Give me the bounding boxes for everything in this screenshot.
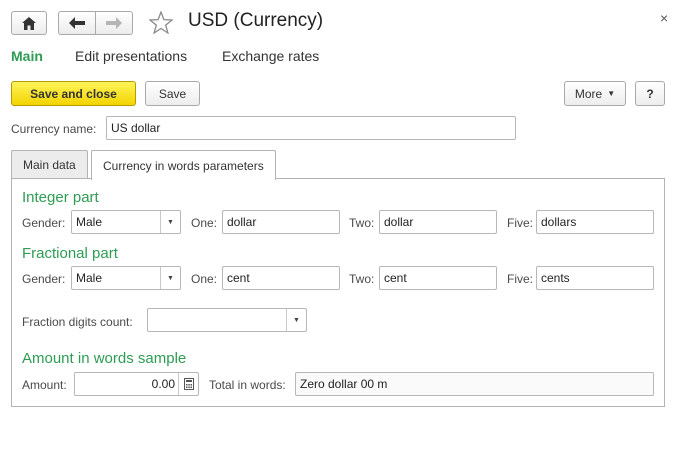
integer-five-label: Five: — [507, 216, 534, 230]
fractional-gender-label: Gender: — [22, 272, 66, 286]
sample-title: Amount in words sample — [22, 350, 187, 367]
total-in-words-label: Total in words: — [209, 378, 286, 392]
fractional-gender-select[interactable]: Male ▼ — [71, 266, 181, 290]
fractional-five-field[interactable]: cents — [536, 266, 654, 290]
chevron-down-icon[interactable]: ▼ — [160, 211, 180, 233]
amount-field[interactable]: 0.00 — [74, 372, 199, 396]
integer-two-label: Two: — [349, 216, 375, 230]
fractional-one-label: One: — [191, 272, 218, 286]
currency-name-label: Currency name: — [11, 122, 97, 136]
integer-five-field[interactable]: dollars — [536, 210, 654, 234]
integer-two-field[interactable]: dollar — [379, 210, 497, 234]
amount-label: Amount: — [22, 378, 67, 392]
arrow-left-icon — [69, 17, 85, 29]
calculator-icon[interactable] — [178, 373, 198, 395]
save-button[interactable]: Save — [145, 81, 200, 106]
currency-name-field[interactable]: US dollar — [106, 116, 516, 140]
integer-one-label: One: — [191, 216, 218, 230]
amount-value: 0.00 — [151, 377, 175, 391]
tab-edit-presentations[interactable]: Edit presentations — [75, 48, 187, 64]
integer-gender-select[interactable]: Male ▼ — [71, 210, 181, 234]
chevron-down-icon: ▼ — [607, 89, 616, 98]
home-button[interactable] — [11, 11, 47, 35]
back-button[interactable] — [58, 11, 96, 35]
tab-main-data[interactable]: Main data — [11, 150, 88, 179]
fractional-one-field[interactable]: cent — [222, 266, 340, 290]
more-button[interactable]: More ▼ — [564, 81, 626, 106]
close-icon[interactable]: × — [660, 10, 668, 26]
fraction-digits-select[interactable]: ▼ — [147, 308, 307, 332]
fractional-two-field[interactable]: cent — [379, 266, 497, 290]
fractional-two-label: Two: — [349, 272, 375, 286]
save-and-close-button[interactable]: Save and close — [11, 81, 136, 106]
arrow-right-icon — [106, 17, 122, 29]
star-icon[interactable] — [148, 10, 174, 37]
tab-main[interactable]: Main — [11, 48, 43, 64]
more-label: More — [574, 86, 603, 101]
chevron-down-icon[interactable]: ▼ — [160, 267, 180, 289]
integer-one-field[interactable]: dollar — [222, 210, 340, 234]
integer-gender-value: Male — [76, 215, 103, 229]
fractional-gender-value: Male — [76, 271, 103, 285]
fraction-digits-label: Fraction digits count: — [22, 315, 133, 329]
chevron-down-icon[interactable]: ▼ — [286, 309, 306, 331]
fractional-five-label: Five: — [507, 272, 534, 286]
forward-button[interactable] — [95, 11, 133, 35]
total-in-words-field: Zero dollar 00 m — [295, 372, 654, 396]
tab-currency-in-words[interactable]: Currency in words parameters — [91, 150, 276, 180]
fractional-part-title: Fractional part — [22, 245, 118, 262]
window-title: USD (Currency) — [188, 10, 324, 31]
integer-gender-label: Gender: — [22, 216, 66, 230]
home-icon — [22, 16, 36, 30]
tab-exchange-rates[interactable]: Exchange rates — [222, 48, 319, 64]
help-button[interactable]: ? — [635, 81, 665, 106]
integer-part-title: Integer part — [22, 189, 99, 206]
